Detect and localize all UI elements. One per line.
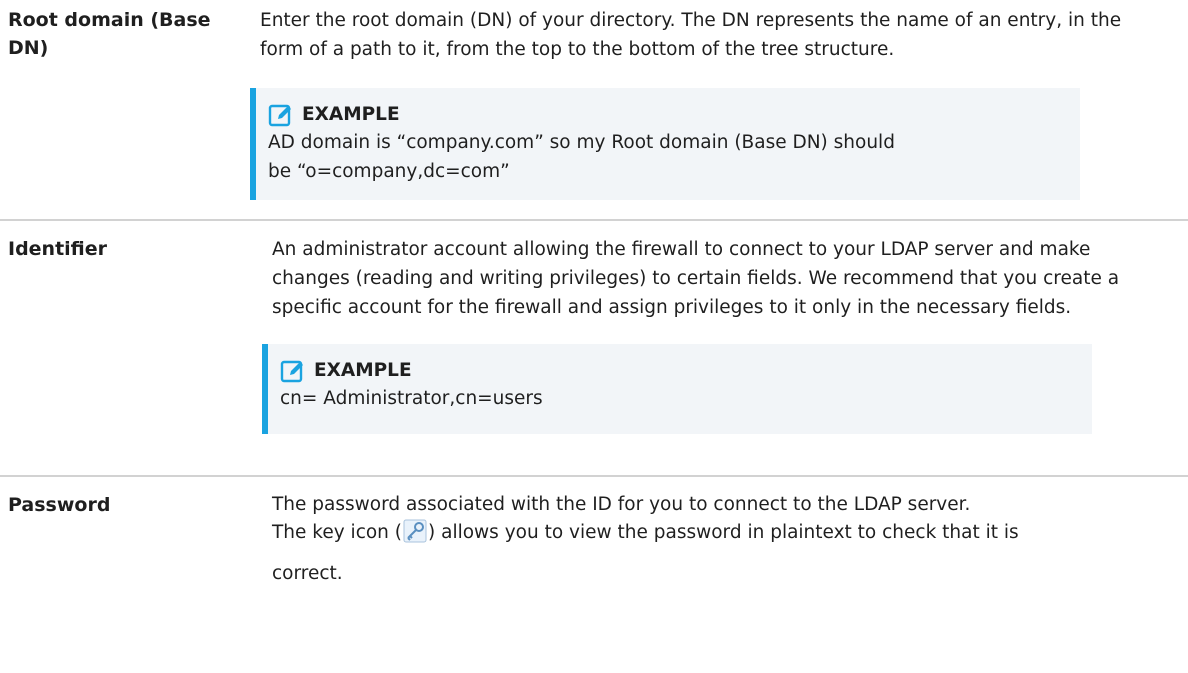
example-callout: EXAMPLE AD domain is “company.com” so my…	[250, 88, 1080, 200]
description-line-3: correct.	[272, 563, 343, 584]
key-icon	[403, 519, 427, 552]
description-line-2-after: ) allows you to view the password in pla…	[428, 522, 1019, 543]
row-password: Password The password associated with th…	[0, 477, 1188, 588]
example-heading-text: EXAMPLE	[314, 360, 412, 381]
description-text: An administrator account allowing the fi…	[272, 239, 1120, 318]
definition-table: Root domain (Base DN) Enter the root dom…	[0, 0, 1188, 588]
row-identifier: Identifier An administrator account allo…	[0, 221, 1188, 461]
description-line-2: The key icon ( ) allows you to view the …	[272, 519, 1188, 552]
term-description: An administrator account allowing the fi…	[262, 235, 1188, 461]
row-root-domain: Root domain (Base DN) Enter the root dom…	[0, 0, 1188, 211]
description-text: Enter the root domain (DN) of your direc…	[260, 10, 1122, 60]
example-heading: EXAMPLE	[268, 102, 1062, 128]
example-text: AD domain is “company.com” so my Root do…	[268, 132, 895, 182]
term-description: The password associated with the ID for …	[272, 491, 1188, 588]
example-heading-text: EXAMPLE	[302, 104, 400, 125]
example-text: cn= Administrator,cn=users	[280, 388, 543, 409]
term-description: Enter the root domain (DN) of your direc…	[250, 6, 1188, 211]
term-label: Password	[8, 494, 111, 516]
term-label: Root domain (Base DN)	[8, 9, 211, 59]
term-label: Identifier	[8, 238, 108, 260]
edit-icon	[268, 103, 294, 127]
description-line-2-before: The key icon (	[272, 522, 403, 543]
description-line-1: The password associated with the ID for …	[272, 494, 971, 515]
edit-icon	[280, 359, 306, 383]
example-callout: EXAMPLE cn= Administrator,cn=users	[262, 344, 1092, 434]
example-heading: EXAMPLE	[280, 358, 1074, 384]
